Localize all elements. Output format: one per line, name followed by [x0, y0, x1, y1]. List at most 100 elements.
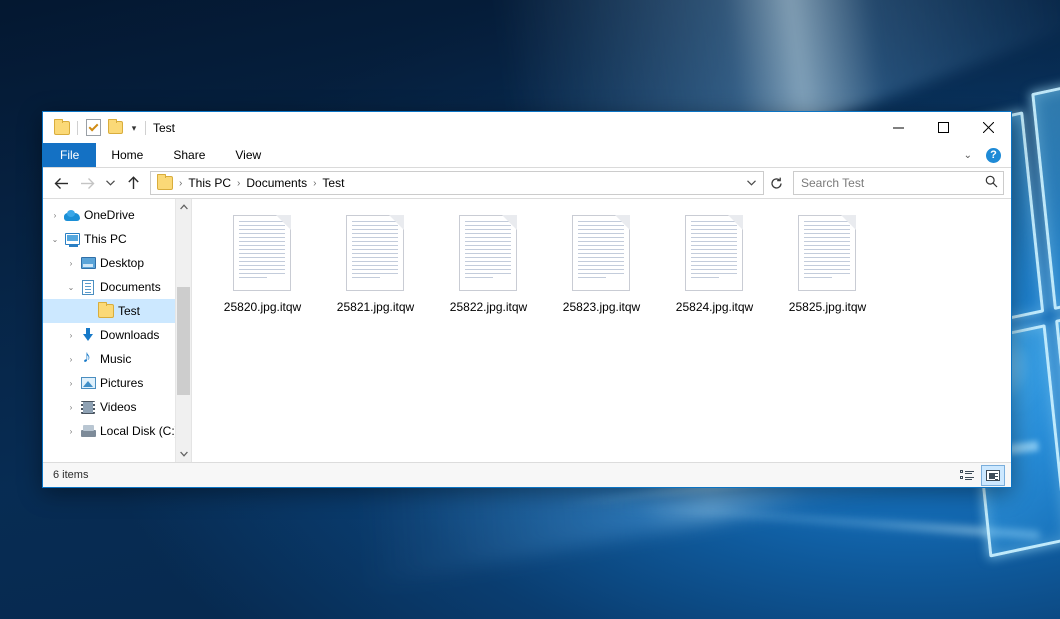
sidebar-item-label: Local Disk (C:) [97, 424, 179, 438]
onedrive-icon [63, 210, 81, 221]
folder-icon [97, 304, 115, 318]
sidebar-item-onedrive[interactable]: › OneDrive [43, 203, 191, 227]
sidebar-item-pictures[interactable]: › Pictures [43, 371, 191, 395]
sidebar-item-label: Documents [97, 280, 161, 294]
file-item[interactable]: 25820.jpg.itqw [206, 213, 319, 314]
file-name: 25823.jpg.itqw [563, 300, 640, 314]
address-dropdown-icon[interactable] [741, 173, 761, 193]
generic-file-icon [233, 215, 293, 293]
sidebar-item-label: Videos [97, 400, 136, 414]
sidebar-item-local-disk[interactable]: › Local Disk (C:) [43, 419, 191, 443]
chevron-down-icon[interactable]: ⌄ [63, 283, 79, 292]
address-folder-icon [157, 176, 173, 190]
generic-file-icon [346, 215, 406, 293]
chevron-right-icon[interactable]: › [63, 331, 79, 340]
maximize-button[interactable] [921, 112, 966, 143]
file-name: 25825.jpg.itqw [789, 300, 866, 314]
file-name: 25822.jpg.itqw [450, 300, 527, 314]
this-pc-icon [63, 233, 81, 245]
tab-view[interactable]: View [220, 143, 276, 167]
sidebar-item-desktop[interactable]: › Desktop [43, 251, 191, 275]
file-item[interactable]: 25822.jpg.itqw [432, 213, 545, 314]
refresh-icon[interactable] [764, 173, 788, 193]
tab-home[interactable]: Home [96, 143, 158, 167]
new-folder-icon [108, 121, 123, 134]
sidebar-item-test[interactable]: Test [43, 299, 191, 323]
qat-folder-button[interactable] [51, 117, 73, 139]
navigation-scrollbar[interactable] [175, 199, 191, 462]
file-list-area[interactable]: 25820.jpg.itqw 25821.jpg.itqw [192, 199, 1011, 462]
sidebar-item-videos[interactable]: › Videos [43, 395, 191, 419]
sidebar-item-label: Desktop [97, 256, 144, 270]
item-count-label: 6 items [53, 469, 88, 481]
scroll-down-arrow-icon[interactable] [176, 446, 191, 462]
status-bar: 6 items [43, 462, 1011, 487]
file-explorer-window: ▾ Test File Home Share View ⌄ ? [42, 111, 1012, 488]
pictures-icon [79, 377, 97, 389]
ribbon-tab-bar: File Home Share View ⌄ ? [43, 143, 1011, 168]
videos-icon [79, 401, 97, 414]
up-button[interactable] [120, 170, 146, 196]
recent-locations-button[interactable] [100, 170, 120, 196]
generic-file-icon [459, 215, 519, 293]
tab-share[interactable]: Share [158, 143, 220, 167]
title-bar: ▾ Test [43, 112, 1011, 143]
window-controls [876, 112, 1011, 143]
close-button[interactable] [966, 112, 1011, 143]
chevron-right-icon[interactable]: › [63, 403, 79, 412]
breadcrumb-separator: › [311, 178, 318, 189]
chevron-right-icon[interactable]: › [63, 379, 79, 388]
scroll-up-arrow-icon[interactable] [176, 199, 191, 215]
sidebar-item-label: Downloads [97, 328, 159, 342]
file-name: 25824.jpg.itqw [676, 300, 753, 314]
sidebar-item-downloads[interactable]: › Downloads [43, 323, 191, 347]
sidebar-item-music[interactable]: › Music [43, 347, 191, 371]
ribbon-right-controls: ⌄ ? [958, 143, 1007, 167]
scrollbar-thumb[interactable] [177, 287, 190, 395]
search-input[interactable]: Search Test [793, 171, 1004, 195]
file-item[interactable]: 25824.jpg.itqw [658, 213, 771, 314]
qat-customize-button[interactable]: ▾ [126, 117, 142, 139]
forward-button[interactable] [74, 170, 100, 196]
tab-file[interactable]: File [43, 143, 96, 167]
quick-access-toolbar: ▾ [43, 117, 153, 139]
chevron-right-icon[interactable]: › [63, 427, 79, 436]
minimize-button[interactable] [876, 112, 921, 143]
file-name: 25821.jpg.itqw [337, 300, 414, 314]
file-item[interactable]: 25825.jpg.itqw [771, 213, 884, 314]
chevron-down-icon[interactable]: ⌄ [47, 235, 63, 244]
sidebar-item-documents[interactable]: ⌄ Documents [43, 275, 191, 299]
details-view-icon [960, 470, 974, 481]
file-item[interactable]: 25821.jpg.itqw [319, 213, 432, 314]
file-item[interactable]: 25823.jpg.itqw [545, 213, 658, 314]
chevron-right-icon[interactable]: › [63, 259, 79, 268]
desktop-icon [79, 257, 97, 269]
sidebar-item-label: Test [115, 304, 140, 318]
breadcrumb-separator: › [235, 178, 242, 189]
large-icons-view-button[interactable] [981, 465, 1005, 486]
chevron-right-icon[interactable]: › [47, 211, 63, 220]
chevron-down-icon[interactable]: ⌄ [958, 150, 978, 161]
folder-tree: › OneDrive ⌄ This PC › Desktop ⌄ [43, 199, 191, 443]
address-path-field[interactable]: › This PC › Documents › Test [150, 171, 764, 195]
window-title: Test [153, 121, 175, 135]
breadcrumb-item-this-pc[interactable]: This PC [184, 176, 235, 190]
properties-checkmark-icon [86, 119, 101, 136]
music-icon [79, 352, 97, 366]
sidebar-item-label: Pictures [97, 376, 143, 390]
back-button[interactable] [48, 170, 74, 196]
file-name: 25820.jpg.itqw [224, 300, 301, 314]
folder-icon [54, 121, 70, 135]
generic-file-icon [798, 215, 858, 293]
breadcrumb-item-documents[interactable]: Documents [242, 176, 311, 190]
help-icon[interactable]: ? [986, 148, 1001, 163]
breadcrumb-item-test[interactable]: Test [318, 176, 348, 190]
details-view-button[interactable] [956, 466, 978, 485]
file-grid: 25820.jpg.itqw 25821.jpg.itqw [206, 213, 1011, 314]
qat-new-folder-button[interactable] [104, 117, 126, 139]
address-right-controls [741, 173, 761, 193]
sidebar-item-this-pc[interactable]: ⌄ This PC [43, 227, 191, 251]
chevron-right-icon[interactable]: › [63, 355, 79, 364]
qat-properties-button[interactable] [82, 117, 104, 139]
title-separator [145, 121, 146, 135]
